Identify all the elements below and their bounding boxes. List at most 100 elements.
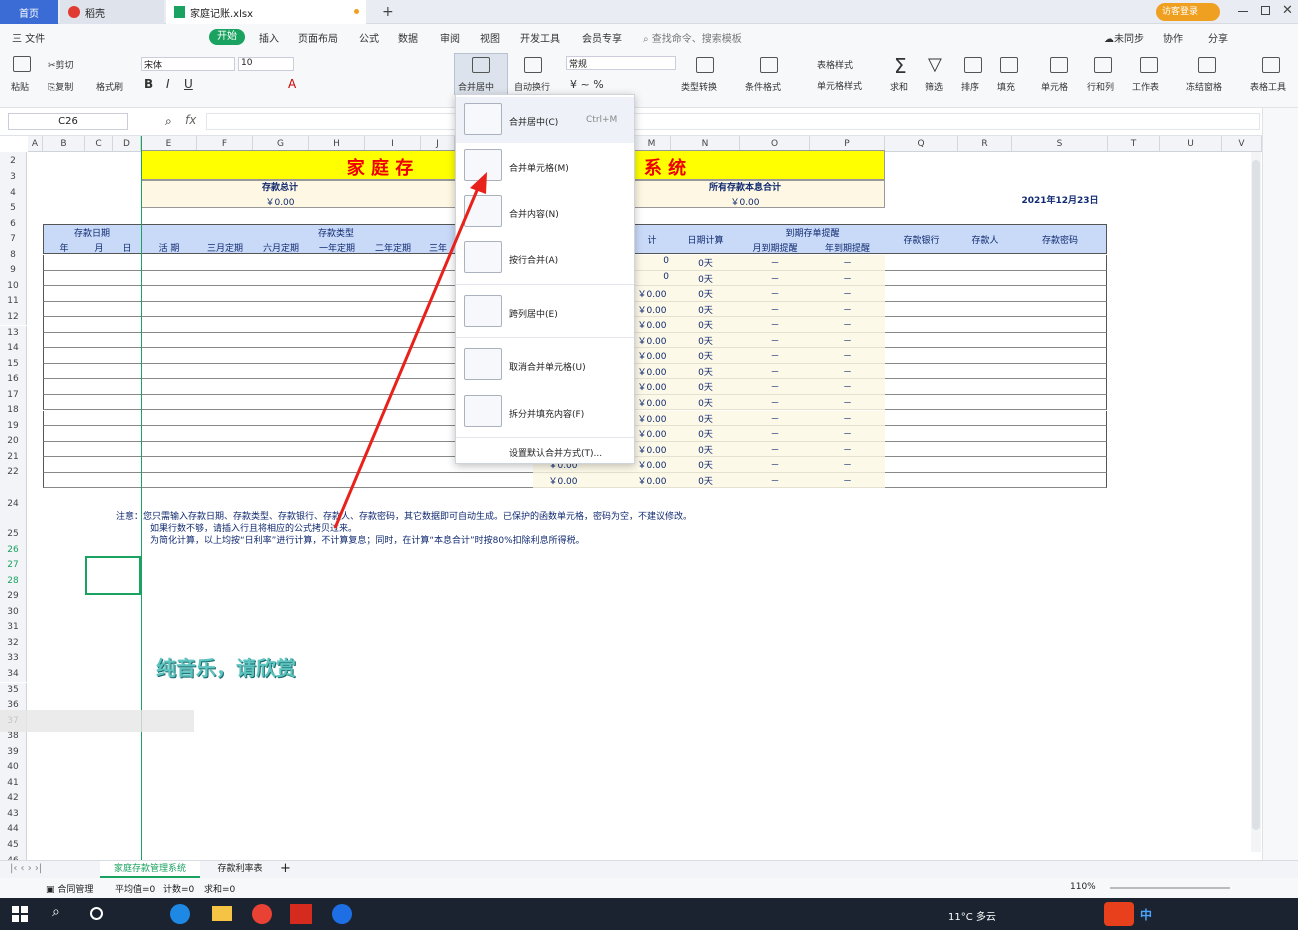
row-header[interactable]: 7 <box>0 232 27 248</box>
default-merge-item[interactable]: 设置默认合并方式(T)... <box>509 446 602 459</box>
close-icon[interactable]: ✕ <box>1282 3 1293 18</box>
row-header[interactable]: 27 <box>0 558 27 574</box>
sheet-nav-arrows[interactable]: |‹ ‹ › ›| <box>10 863 42 874</box>
freeze-icon[interactable] <box>1198 57 1216 73</box>
unsynced-button[interactable]: ☁未同步 <box>1104 30 1144 45</box>
row-header[interactable]: 33 <box>0 651 27 667</box>
font-size-select[interactable]: 10 <box>238 57 294 71</box>
font-color-button[interactable]: A <box>288 77 296 91</box>
edge-icon[interactable] <box>170 904 190 924</box>
menu-insert[interactable]: 插入 <box>259 30 279 45</box>
column-header[interactable]: C <box>85 136 113 152</box>
rowcol-label[interactable]: 行和列 <box>1087 80 1114 93</box>
zoom-slider[interactable] <box>1110 887 1230 889</box>
format-painter-button[interactable]: 格式刷 <box>96 80 123 93</box>
cortana-icon[interactable] <box>90 907 103 920</box>
k-app-icon[interactable] <box>332 904 352 924</box>
cells-label[interactable]: 单元格 <box>1041 80 1068 93</box>
menu-layout[interactable]: 页面布局 <box>298 30 338 45</box>
cut-button[interactable]: ✂剪切 <box>48 58 74 71</box>
rowcol-icon[interactable] <box>1094 57 1112 73</box>
menu-vip[interactable]: 会员专享 <box>582 30 622 45</box>
chrome-icon[interactable] <box>252 904 272 924</box>
explorer-icon[interactable] <box>212 906 232 921</box>
worksheet-label[interactable]: 工作表 <box>1132 80 1159 93</box>
row-header[interactable]: 15 <box>0 356 27 373</box>
menu-file[interactable]: 三 文件 <box>12 30 45 45</box>
merge-content-item[interactable]: 合并内容(N) <box>456 189 634 235</box>
filter-icon[interactable]: ▽ <box>928 54 942 75</box>
row-header[interactable]: 8 <box>0 247 27 264</box>
unmerge-item[interactable]: 取消合并单元格(U) <box>456 342 634 388</box>
row-header[interactable]: 14 <box>0 341 27 357</box>
column-header[interactable]: Q <box>885 136 958 152</box>
fill-icon[interactable] <box>1000 57 1018 73</box>
sheet-tab-active[interactable]: 家庭存款管理系统 <box>100 861 200 878</box>
row-header[interactable]: 34 <box>0 666 27 683</box>
row-header[interactable]: 45 <box>0 838 27 854</box>
font-select[interactable]: 宋体 <box>141 57 235 71</box>
column-header[interactable]: S <box>1012 136 1108 152</box>
row-header[interactable]: 5 <box>0 201 27 217</box>
paste-label[interactable]: 粘贴 <box>11 80 29 93</box>
row-header[interactable]: 10 <box>0 278 27 295</box>
row-header[interactable]: 9 <box>0 263 27 279</box>
table-style-button[interactable]: 表格样式 <box>817 58 853 71</box>
zoom-level[interactable]: 110% <box>1070 882 1096 892</box>
fx-button[interactable]: fx <box>185 113 196 127</box>
lang-indicator[interactable]: 中 <box>1140 906 1152 923</box>
column-header[interactable]: U <box>1160 136 1222 152</box>
column-header[interactable]: V <box>1222 136 1262 152</box>
share-button[interactable]: 分享 <box>1208 30 1228 45</box>
row-header[interactable]: 35 <box>0 682 27 699</box>
type-convert-icon[interactable] <box>696 57 714 73</box>
row-header[interactable]: 20 <box>0 434 27 450</box>
search-command[interactable]: ⌕ 查找命令、搜索模板 <box>643 30 742 45</box>
row-header[interactable]: 32 <box>0 635 27 652</box>
sogou-icon[interactable] <box>1104 902 1134 926</box>
row-header[interactable]: 22 <box>0 465 27 481</box>
minimize-icon[interactable] <box>1238 11 1248 12</box>
italic-button[interactable]: I <box>166 77 170 91</box>
filter-label[interactable]: 筛选 <box>925 80 943 93</box>
sort-label[interactable]: 排序 <box>961 80 979 93</box>
cond-format-icon[interactable] <box>760 57 778 73</box>
sort-icon[interactable] <box>964 57 982 73</box>
bold-button[interactable]: B <box>144 77 153 91</box>
row-header[interactable]: 43 <box>0 806 27 823</box>
row-header[interactable]: 6 <box>0 216 27 233</box>
split-fill-item[interactable]: 拆分并填充内容(F) <box>456 389 634 435</box>
login-button[interactable]: 访客登录 <box>1156 3 1220 21</box>
worksheet-icon[interactable] <box>1140 57 1158 73</box>
row-header[interactable]: 30 <box>0 604 27 621</box>
sum-label[interactable]: 求和 <box>890 80 908 93</box>
row-header[interactable]: 2 <box>0 152 27 170</box>
sheet-tab-rates[interactable]: 存款利率表 <box>206 861 274 878</box>
fill-label[interactable]: 填充 <box>997 80 1015 93</box>
row-header[interactable]: 11 <box>0 294 27 310</box>
row-header[interactable]: 4 <box>0 185 27 202</box>
tab-daoke[interactable]: 稻壳 <box>60 0 164 24</box>
row-header[interactable]: 28 <box>0 573 27 590</box>
sum-icon[interactable]: Σ <box>894 54 907 78</box>
column-header[interactable]: A <box>28 136 43 152</box>
type-convert-label[interactable]: 类型转换 <box>681 80 717 93</box>
restore-icon[interactable] <box>1261 6 1270 15</box>
row-header[interactable]: 29 <box>0 589 27 605</box>
column-header[interactable]: D <box>113 136 141 152</box>
windows-start-icon[interactable] <box>12 906 28 922</box>
row-header[interactable]: 40 <box>0 760 27 776</box>
menu-view[interactable]: 视图 <box>480 30 500 45</box>
row-header[interactable]: 42 <box>0 791 27 807</box>
row-header[interactable]: 25 <box>0 527 27 543</box>
freeze-label[interactable]: 冻结窗格 <box>1186 80 1222 93</box>
tools-label[interactable]: 表格工具 <box>1250 80 1286 93</box>
menu-data[interactable]: 数据 <box>398 30 418 45</box>
row-header[interactable]: 26 <box>0 542 27 559</box>
zoom-lookup-icon[interactable]: ⌕ <box>165 114 172 129</box>
currency-button[interactable]: ¥ ~ % <box>570 78 604 91</box>
menu-dev[interactable]: 开发工具 <box>520 30 560 45</box>
wrap-label[interactable]: 自动换行 <box>514 80 550 93</box>
row-header[interactable]: 39 <box>0 744 27 761</box>
row-header[interactable]: 21 <box>0 449 27 466</box>
